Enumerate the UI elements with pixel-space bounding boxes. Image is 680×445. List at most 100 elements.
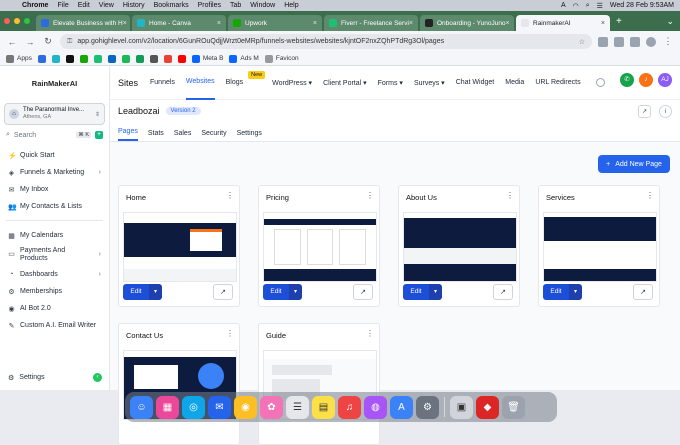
sidebar-item-funnels-marketing[interactable]: ◈ Funnels & Marketing › [0,164,109,181]
account-switcher[interactable]: ⌂ The Paranormal Inve... Athens, GA ⇕ [4,103,105,125]
wifi-icon[interactable]: ◠ [573,2,579,10]
card-menu-icon[interactable]: ⋮ [646,191,654,200]
close-tab-icon[interactable]: × [409,20,413,27]
open-external-icon[interactable]: ↗ [638,104,651,118]
bookmark-apps[interactable]: Apps [6,54,32,63]
browser-tab[interactable]: Fiverr - Freelance Servi × [324,15,418,31]
sidebar-item-ai-bot[interactable]: ◉ AI Bot 2.0 [0,300,109,317]
system-settings-icon[interactable]: ⚙ [416,395,439,419]
extension-icon[interactable] [598,36,608,47]
edit-page-button[interactable]: Edit [543,284,569,300]
menu-view[interactable]: View [99,2,114,9]
menu-edit[interactable]: Edit [78,2,90,9]
bookmark-icon[interactable] [149,54,158,63]
launchpad-icon[interactable]: ▦ [156,395,179,419]
card-menu-icon[interactable]: ⋮ [366,191,374,200]
subtab-sales[interactable]: Sales [174,130,192,141]
menu-tab[interactable]: Tab [230,2,241,9]
trash-icon[interactable]: 🗑 [502,395,525,419]
chevron-down-icon[interactable]: ▾ [289,284,302,300]
browser-tab-active[interactable]: RainmakerAI × [516,15,610,31]
sidepanel-icon[interactable] [630,36,640,47]
sidebar-item-contacts[interactable]: 👥 My Contacts & Lists [0,198,109,215]
menu-history[interactable]: History [123,2,145,9]
add-new-page-button[interactable]: + Add New Page [598,155,670,173]
close-tab-icon[interactable]: × [313,20,317,27]
bookmark-ads-m[interactable]: Ads M [229,54,259,63]
tab-chat-widget[interactable]: Chat Widget [456,66,495,100]
sidebar-item-calendars[interactable]: ▦ My Calendars [0,227,109,244]
apple-icon[interactable] [6,2,14,10]
chevron-down-icon[interactable]: ▾ [149,284,162,300]
close-window-icon[interactable] [4,18,10,24]
bookmark-icon[interactable] [65,54,74,63]
chrome-icon[interactable]: ◉ [234,395,257,419]
sidebar-item-memberships[interactable]: ⚙ Memberships [0,283,109,300]
sidebar-item-quick-start[interactable]: ⚡ Quick Start [0,147,109,164]
bookmark-icon[interactable] [37,54,46,63]
card-menu-icon[interactable]: ⋮ [506,191,514,200]
menu-window[interactable]: Window [250,2,275,9]
menu-app[interactable]: Chrome [22,2,48,9]
photos-icon[interactable]: ✿ [260,395,283,419]
tab-forms[interactable]: Forms ▾ [378,66,403,100]
bookmark-icon[interactable] [177,54,186,63]
control-center-icon[interactable]: ☰ [597,2,603,10]
quick-add-button[interactable]: + [95,131,103,139]
bookmark-icon[interactable] [135,54,144,63]
browser-tab[interactable]: Home - Canva × [132,15,226,31]
open-page-icon[interactable]: ↗ [353,284,373,300]
subtab-security[interactable]: Security [201,130,226,141]
close-tab-icon[interactable]: × [217,20,221,27]
edit-page-button[interactable]: Edit [123,284,149,300]
info-icon[interactable]: i [659,104,672,118]
music-icon[interactable]: ♫ [338,395,361,419]
tab-client-portal[interactable]: Client Portal ▾ [323,66,367,100]
browser-tab[interactable]: Onboarding - YunoJuno × [420,15,514,31]
page-thumbnail[interactable] [403,212,517,282]
card-menu-icon[interactable]: ⋮ [366,329,374,338]
forward-icon[interactable]: → [24,37,36,47]
finder-icon[interactable]: ☺ [130,395,153,419]
menubar-clock[interactable]: Wed 28 Feb 9:53AM [610,2,674,9]
sidebar-item-inbox[interactable]: ✉ My Inbox [0,181,109,198]
sites-settings-icon[interactable] [595,78,605,87]
open-page-icon[interactable]: ↗ [633,284,653,300]
sidebar-item-settings[interactable]: ⚙ Settings ‹ [0,373,110,382]
browser-menu-icon[interactable]: ⋮ [662,36,674,47]
bookmark-icon[interactable] [79,54,88,63]
site-info-icon[interactable]: ⚿ [67,38,72,46]
sidebar-item-payments[interactable]: ▭ Payments And Products › [0,244,109,266]
menu-file[interactable]: File [57,2,68,9]
url-input[interactable]: ⚿ app.gohighlevel.com/v2/location/6GunRO… [60,34,592,49]
tab-surveys[interactable]: Surveys ▾ [414,66,445,100]
minimize-window-icon[interactable] [14,18,20,24]
tab-wordpress[interactable]: WordPress ▾ [272,66,312,100]
bookmark-icon[interactable] [163,54,172,63]
input-source-indicator[interactable]: A [561,2,566,9]
new-tab-icon[interactable]: + [616,16,622,27]
mail-icon[interactable]: ✉ [208,395,231,419]
sidebar-search[interactable]: ⌕ Search ⌘ K + [6,129,103,141]
page-thumbnail[interactable] [263,212,377,282]
bookmark-icon[interactable] [121,54,130,63]
open-page-icon[interactable]: ↗ [493,284,513,300]
page-thumbnail[interactable] [543,212,657,282]
browser-tab[interactable]: Elevate Business with H × [36,15,130,31]
search-icon[interactable]: ⌕ [586,2,590,10]
bookmark-star-icon[interactable]: ☆ [579,38,585,46]
bookmark-icon[interactable] [93,54,102,63]
preview-icon[interactable]: ▣ [450,395,473,419]
reload-icon[interactable]: ↻ [42,36,54,47]
card-menu-icon[interactable]: ⋮ [226,329,234,338]
chevron-down-icon[interactable]: ▾ [429,284,442,300]
page-thumbnail[interactable] [123,212,237,282]
close-tab-icon[interactable]: × [123,20,127,27]
edit-page-button[interactable]: Edit [263,284,289,300]
collapse-sidebar-button[interactable]: ‹ [93,373,102,382]
menu-profiles[interactable]: Profiles [198,2,221,9]
bookmark-meta-b[interactable]: Meta B [191,54,223,63]
edit-page-button[interactable]: Edit [403,284,429,300]
close-tab-icon[interactable]: × [506,20,510,27]
sidebar-item-email-writer[interactable]: ✎ Custom A.I. Email Writer [0,317,109,334]
